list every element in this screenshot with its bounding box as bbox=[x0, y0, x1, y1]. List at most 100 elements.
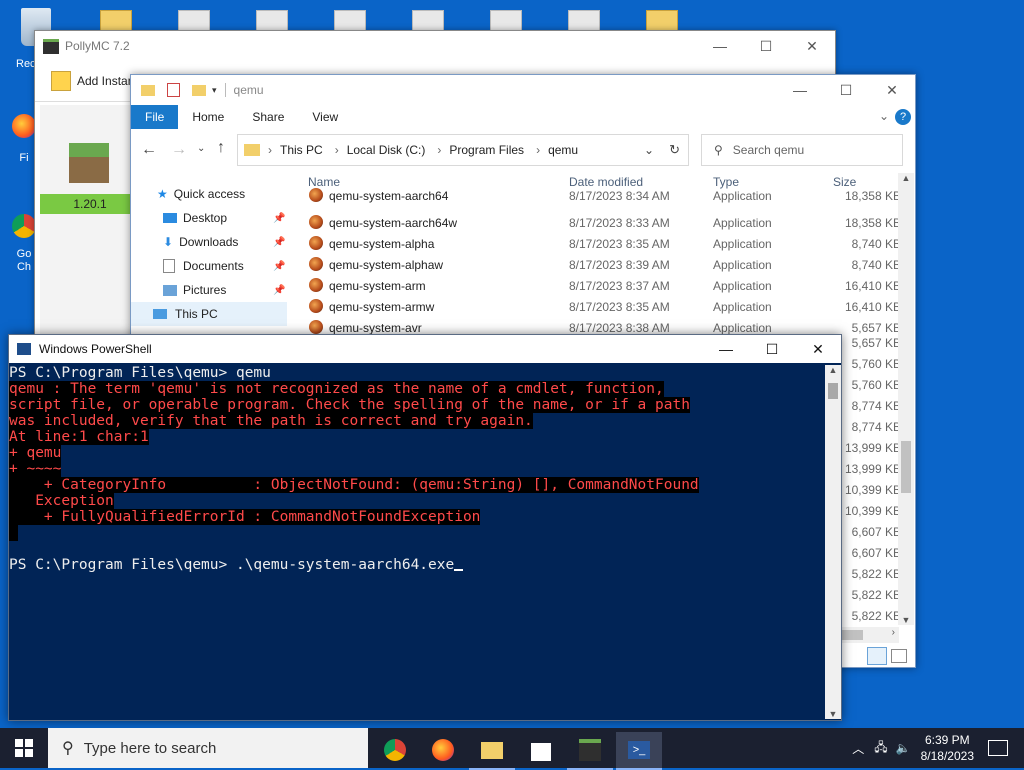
scroll-up-icon[interactable]: ▲ bbox=[898, 173, 914, 183]
search-box[interactable]: ⚲ Search qemu bbox=[701, 134, 903, 166]
help-icon[interactable]: ? bbox=[895, 109, 911, 125]
search-icon: ⚲ bbox=[62, 740, 74, 757]
search-input[interactable]: Search qemu bbox=[733, 143, 804, 157]
firefox-desktop-icon[interactable]: Fi bbox=[12, 114, 36, 164]
expand-ribbon-icon[interactable]: ⌄ bbox=[879, 109, 889, 123]
nav-this-pc[interactable]: This PC bbox=[131, 302, 287, 326]
refresh-icon[interactable]: ↻ bbox=[669, 142, 680, 158]
back-arrow-icon[interactable]: ← bbox=[141, 141, 157, 159]
scroll-down-icon[interactable]: ▼ bbox=[825, 709, 841, 719]
quick-access-dropdown-icon[interactable]: ▾ bbox=[212, 85, 217, 96]
tab-file[interactable]: File bbox=[131, 105, 179, 129]
pin-icon[interactable]: 📌 bbox=[273, 285, 285, 296]
taskbar-chrome-icon[interactable] bbox=[372, 732, 418, 768]
details-view-icon[interactable] bbox=[867, 647, 887, 665]
qemu-app-icon bbox=[309, 299, 323, 313]
nav-desktop[interactable]: Desktop 📌 bbox=[131, 206, 287, 230]
taskbar-search-input[interactable]: Type here to search bbox=[84, 740, 217, 757]
scrollbar-thumb[interactable] bbox=[828, 383, 838, 399]
taskbar-firefox-icon[interactable] bbox=[420, 732, 466, 768]
scroll-up-icon[interactable]: ▲ bbox=[825, 365, 841, 375]
taskbar-search-box[interactable]: ⚲ Type here to search bbox=[48, 728, 368, 768]
scrollbar-thumb[interactable] bbox=[901, 441, 911, 493]
pin-icon[interactable]: 📌 bbox=[273, 261, 285, 272]
pollymc-title: PollyMC 7.2 bbox=[65, 39, 130, 53]
powershell-title: Windows PowerShell bbox=[39, 342, 152, 356]
powershell-window[interactable]: Windows PowerShell — ☐ ✕ PS C:\Program F… bbox=[8, 334, 842, 721]
breadcrumb-this-pc[interactable]: This PC bbox=[280, 143, 323, 157]
close-button[interactable]: ✕ bbox=[795, 334, 841, 364]
console-line: script file, or operable program. Check … bbox=[9, 397, 824, 413]
file-type: Application bbox=[713, 279, 772, 293]
taskbar-powershell-icon[interactable]: >_ bbox=[616, 732, 662, 770]
pin-icon[interactable]: 📌 bbox=[273, 213, 285, 224]
file-size: 5,657 KB bbox=[851, 321, 901, 335]
taskbar-pollymc-icon[interactable] bbox=[567, 732, 613, 770]
nav-quick-access-label: Quick access bbox=[173, 187, 246, 201]
add-instance-button[interactable]: Add Instan bbox=[77, 74, 134, 88]
scroll-right-icon[interactable]: › bbox=[892, 627, 895, 638]
notifications-icon[interactable] bbox=[988, 740, 1008, 756]
large-icons-view-icon[interactable] bbox=[891, 649, 907, 663]
powershell-titlebar[interactable]: Windows PowerShell — ☐ ✕ bbox=[9, 335, 841, 363]
minimize-button[interactable]: — bbox=[703, 334, 749, 364]
file-row[interactable]: qemu-system-aarch64 8/17/2023 8:34 AM Appl… bbox=[305, 185, 905, 206]
volume-icon[interactable]: 🔈 bbox=[896, 741, 911, 755]
close-button[interactable]: ✕ bbox=[789, 31, 835, 61]
taskbar-file-explorer-icon[interactable] bbox=[469, 732, 515, 770]
maximize-button[interactable]: ☐ bbox=[743, 31, 789, 61]
tab-share[interactable]: Share bbox=[238, 105, 298, 129]
chrome-desktop-icon[interactable]: Go Ch bbox=[12, 214, 36, 274]
maximize-button[interactable]: ☐ bbox=[749, 334, 795, 364]
taskbar-store-icon[interactable] bbox=[518, 732, 564, 768]
file-date: 8/17/2023 8:34 AM bbox=[569, 189, 670, 203]
address-bar[interactable]: › This PC › Local Disk (C:) › Program Fi… bbox=[237, 134, 689, 166]
console-line: Exception bbox=[9, 493, 824, 509]
show-hidden-icons-icon[interactable]: ︿ bbox=[852, 740, 864, 757]
tab-view[interactable]: View bbox=[298, 105, 352, 129]
recent-locations-icon[interactable]: ⌄ bbox=[197, 143, 205, 154]
breadcrumb-qemu[interactable]: qemu bbox=[548, 143, 578, 157]
console-scrollbar[interactable]: ▲ ▼ bbox=[825, 365, 841, 719]
tab-home[interactable]: Home bbox=[178, 105, 238, 129]
network-icon[interactable]: 🖧 bbox=[874, 738, 887, 759]
close-button[interactable]: ✕ bbox=[869, 75, 915, 105]
qemu-app-icon bbox=[309, 320, 323, 334]
nav-documents[interactable]: Documents 📌 bbox=[131, 254, 287, 278]
properties-icon[interactable] bbox=[167, 83, 180, 97]
up-arrow-icon[interactable]: ↑ bbox=[217, 139, 225, 157]
file-row[interactable]: qemu-system-alphaw 8/17/2023 8:39 AM Appli… bbox=[305, 254, 905, 275]
maximize-button[interactable]: ☐ bbox=[823, 75, 869, 105]
file-row[interactable]: qemu-system-arm 8/17/2023 8:37 AM Applicat… bbox=[305, 275, 905, 296]
file-row[interactable]: qemu-system-armw 8/17/2023 8:35 AM Applica… bbox=[305, 296, 905, 317]
file-type: Application bbox=[713, 258, 772, 272]
chrome-desktop-label: Go Ch bbox=[16, 248, 32, 273]
file-row[interactable]: qemu-system-alpha 8/17/2023 8:35 AM Applic… bbox=[305, 233, 905, 254]
minecraft-instance-icon[interactable] bbox=[69, 143, 109, 183]
console-output[interactable]: PS C:\Program Files\qemu> qemu qemu : The… bbox=[9, 365, 824, 717]
minimize-button[interactable]: — bbox=[777, 75, 823, 105]
nav-downloads[interactable]: ⬇ Downloads 📌 bbox=[131, 230, 287, 254]
file-list-vertical-scrollbar[interactable]: ▲ ▼ bbox=[898, 173, 914, 625]
scroll-down-icon[interactable]: ▼ bbox=[898, 615, 914, 625]
breadcrumb-local-disk[interactable]: Local Disk (C:) bbox=[347, 143, 426, 157]
breadcrumb-program-files[interactable]: Program Files bbox=[449, 143, 524, 157]
new-folder-icon[interactable] bbox=[192, 84, 206, 96]
forward-arrow-icon[interactable]: → bbox=[171, 141, 187, 159]
explorer-titlebar[interactable]: ▾ qemu — ☐ ✕ bbox=[131, 75, 915, 105]
pin-icon[interactable]: 📌 bbox=[273, 237, 285, 248]
file-size: 16,410 KB bbox=[844, 300, 901, 314]
file-row[interactable]: qemu-system-aarch64w 8/17/2023 8:33 AM App… bbox=[305, 212, 905, 233]
clock-time: 6:39 PM bbox=[924, 733, 970, 747]
minimize-button[interactable]: — bbox=[697, 31, 743, 61]
file-name: qemu-system-arm bbox=[329, 279, 426, 293]
nav-quick-access[interactable]: ★ Quick access bbox=[131, 182, 287, 206]
address-dropdown-icon[interactable]: ⌄ bbox=[644, 143, 654, 157]
start-button[interactable] bbox=[0, 728, 48, 768]
file-name: qemu-system-alpha bbox=[329, 237, 435, 251]
file-list-horizontal-scrollbar[interactable]: › bbox=[837, 627, 899, 643]
clock[interactable]: 6:39 PM 8/18/2023 bbox=[921, 732, 974, 764]
scrollbar-thumb[interactable] bbox=[839, 630, 863, 640]
instance-version-label[interactable]: 1.20.1 bbox=[40, 194, 140, 214]
nav-pictures[interactable]: Pictures 📌 bbox=[131, 278, 287, 302]
